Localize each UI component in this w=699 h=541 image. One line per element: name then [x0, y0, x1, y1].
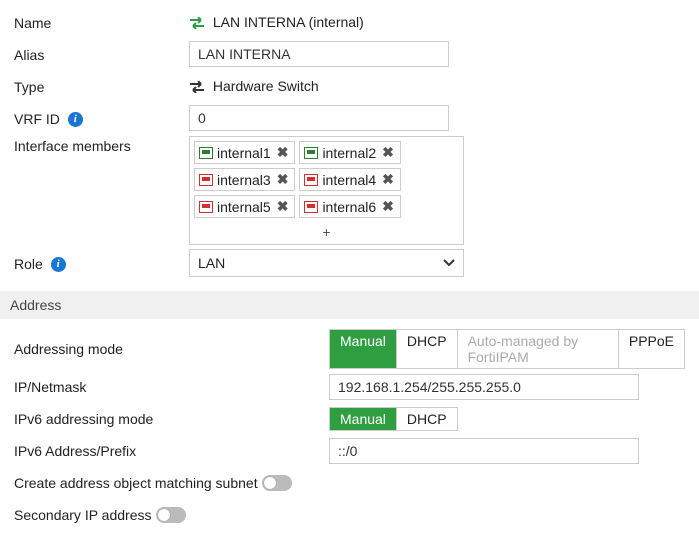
members-label: Interface members: [14, 136, 189, 154]
info-icon[interactable]: i: [68, 112, 83, 127]
remove-icon[interactable]: ✖: [277, 144, 289, 161]
add-member-button[interactable]: +: [194, 222, 459, 240]
address-section-header: Address: [0, 291, 699, 319]
vrf-input[interactable]: [189, 105, 449, 131]
port-icon: [199, 174, 213, 186]
type-text: Hardware Switch: [213, 78, 319, 94]
create-object-toggle[interactable]: [262, 475, 292, 491]
switch-icon: [189, 17, 205, 29]
ipv6-mode-dhcp[interactable]: DHCP: [397, 408, 457, 430]
create-object-label: Create address object matching subnet: [14, 475, 258, 491]
secondary-ip-label: Secondary IP address: [14, 507, 152, 523]
secondary-ip-toggle[interactable]: [156, 507, 186, 523]
type-value: Hardware Switch: [189, 78, 685, 94]
port-icon: [304, 174, 318, 186]
ipv6-address-input[interactable]: [329, 438, 639, 464]
ipv6-mode-label: IPv6 addressing mode: [14, 411, 329, 427]
ipv6-mode-group: Manual DHCP: [329, 407, 458, 431]
role-label: Role: [14, 256, 43, 272]
member-name: internal1: [217, 145, 271, 161]
ipv6-address-label: IPv6 Address/Prefix: [14, 443, 329, 459]
vrf-label: VRF ID: [14, 111, 60, 127]
members-box[interactable]: internal1 ✖ internal2 ✖ internal3 ✖ internal4 ✖…: [189, 136, 464, 245]
ip-netmask-label: IP/Netmask: [14, 379, 329, 395]
hardware-switch-icon: [189, 81, 205, 93]
member-name: internal2: [322, 145, 376, 161]
member-chip[interactable]: internal1 ✖: [194, 141, 295, 164]
addressing-mode-group: Manual DHCP Auto-managed by FortiIPAM PP…: [329, 329, 685, 369]
member-chip[interactable]: internal2 ✖: [299, 141, 400, 164]
role-value: LAN: [198, 255, 225, 271]
role-label-wrap: Role i: [14, 254, 189, 273]
member-chip[interactable]: internal5 ✖: [194, 195, 295, 218]
alias-label: Alias: [14, 45, 189, 63]
remove-icon[interactable]: ✖: [382, 171, 394, 188]
member-name: internal6: [322, 199, 376, 215]
member-chip[interactable]: internal4 ✖: [299, 168, 400, 191]
remove-icon[interactable]: ✖: [382, 144, 394, 161]
port-icon: [199, 201, 213, 213]
port-icon: [199, 147, 213, 159]
member-chip[interactable]: internal3 ✖: [194, 168, 295, 191]
addressing-mode-manual[interactable]: Manual: [330, 330, 397, 368]
alias-input[interactable]: [189, 41, 449, 67]
member-name: internal5: [217, 199, 271, 215]
member-name: internal4: [322, 172, 376, 188]
addressing-mode-dhcp[interactable]: DHCP: [397, 330, 458, 368]
caret-down-icon: [443, 259, 455, 267]
info-icon[interactable]: i: [51, 257, 66, 272]
remove-icon[interactable]: ✖: [277, 171, 289, 188]
name-value: LAN INTERNA (internal): [189, 14, 685, 30]
remove-icon[interactable]: ✖: [277, 198, 289, 215]
port-icon: [304, 147, 318, 159]
type-label: Type: [14, 77, 189, 95]
name-label: Name: [14, 13, 189, 31]
ip-netmask-input[interactable]: [329, 374, 639, 400]
member-name: internal3: [217, 172, 271, 188]
addressing-mode-label: Addressing mode: [14, 341, 329, 357]
name-text: LAN INTERNA (internal): [213, 14, 364, 30]
member-chip[interactable]: internal6 ✖: [299, 195, 400, 218]
ipv6-mode-manual[interactable]: Manual: [330, 408, 397, 430]
role-select[interactable]: LAN: [189, 249, 464, 277]
remove-icon[interactable]: ✖: [382, 198, 394, 215]
addressing-mode-auto: Auto-managed by FortiIPAM: [458, 330, 619, 368]
port-icon: [304, 201, 318, 213]
addressing-mode-pppoe[interactable]: PPPoE: [619, 330, 684, 368]
vrf-label-wrap: VRF ID i: [14, 109, 189, 128]
